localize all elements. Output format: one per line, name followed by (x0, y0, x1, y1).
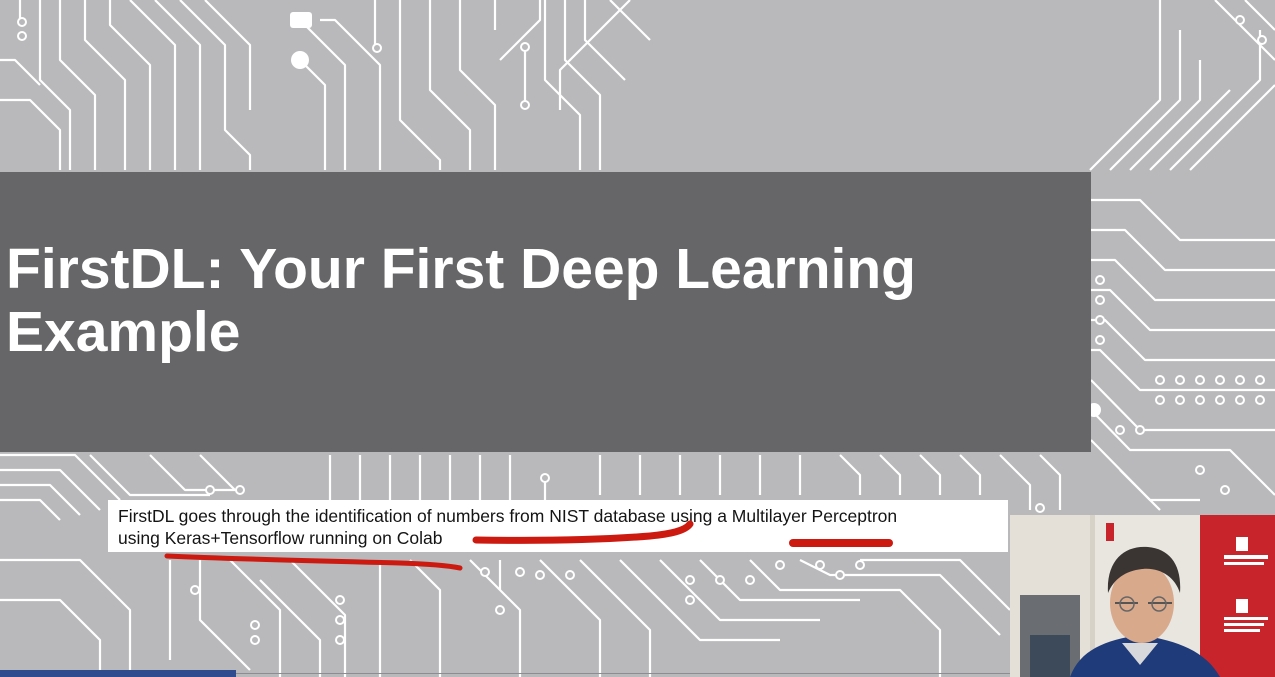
presenter-webcam (1010, 515, 1275, 677)
slide-title-line-2: Example (6, 300, 241, 364)
video-progress-track[interactable] (236, 673, 1010, 674)
presenter-video-icon (1010, 515, 1275, 677)
caption-box: FirstDL goes through the identification … (108, 500, 1008, 552)
video-progress-bar[interactable] (0, 670, 236, 677)
slide-title-line-1: FirstDL: Your First Deep Learning (6, 237, 916, 301)
slide-title: FirstDL: Your First Deep Learning Exampl… (6, 238, 1066, 364)
caption-line-2: using Keras+Tensorflow running on Colab (118, 528, 443, 548)
title-band: FirstDL: Your First Deep Learning Exampl… (0, 172, 1091, 452)
caption-line-1: FirstDL goes through the identification … (118, 506, 898, 526)
